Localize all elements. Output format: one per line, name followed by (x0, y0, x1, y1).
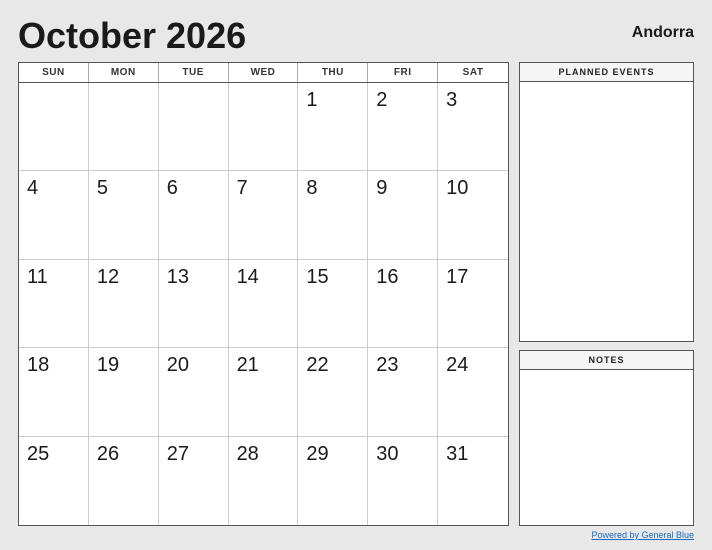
cal-day-9: 9 (368, 171, 438, 259)
cal-day-18: 18 (19, 348, 89, 436)
cal-day-3: 3 (438, 83, 508, 171)
cal-day-22: 22 (298, 348, 368, 436)
day-number: 10 (446, 177, 468, 199)
day-number: 4 (27, 177, 38, 199)
cal-day-25: 25 (19, 437, 89, 525)
planned-events-label: PLANNED EVENTS (520, 63, 693, 82)
planned-events-content (520, 82, 693, 341)
day-number: 2 (376, 89, 387, 111)
day-number: 7 (237, 177, 248, 199)
cal-day-14: 14 (229, 260, 299, 348)
cal-day-4: 4 (19, 171, 89, 259)
cal-day-29: 29 (298, 437, 368, 525)
day-number: 13 (167, 266, 189, 288)
cal-day-30: 30 (368, 437, 438, 525)
cal-empty-0-0 (19, 83, 89, 171)
cal-day-26: 26 (89, 437, 159, 525)
day-number: 1 (306, 89, 317, 111)
cal-empty-0-2 (159, 83, 229, 171)
cal-day-1: 1 (298, 83, 368, 171)
day-header-mon: MON (89, 63, 159, 82)
cal-day-5: 5 (89, 171, 159, 259)
day-number: 27 (167, 443, 189, 465)
header: October 2026 Andorra (18, 18, 694, 54)
footer: Powered by General Blue (18, 530, 694, 540)
cal-empty-0-1 (89, 83, 159, 171)
day-number: 29 (306, 443, 328, 465)
planned-events-box: PLANNED EVENTS (519, 62, 694, 342)
day-number: 24 (446, 354, 468, 376)
cal-day-21: 21 (229, 348, 299, 436)
day-number: 6 (167, 177, 178, 199)
cal-day-8: 8 (298, 171, 368, 259)
day-number: 23 (376, 354, 398, 376)
cal-day-19: 19 (89, 348, 159, 436)
day-header-thu: THU (298, 63, 368, 82)
day-number: 15 (306, 266, 328, 288)
location: Andorra (632, 24, 694, 42)
cal-day-12: 12 (89, 260, 159, 348)
days-header: SUNMONTUEWEDTHUFRISAT (19, 63, 508, 83)
day-number: 3 (446, 89, 457, 111)
cal-day-10: 10 (438, 171, 508, 259)
calendar: SUNMONTUEWEDTHUFRISAT 123456789101112131… (18, 62, 509, 526)
sidebar: PLANNED EVENTS NOTES (519, 62, 694, 526)
day-number: 8 (306, 177, 317, 199)
day-number: 20 (167, 354, 189, 376)
day-number: 12 (97, 266, 119, 288)
day-header-tue: TUE (159, 63, 229, 82)
cal-day-15: 15 (298, 260, 368, 348)
cal-day-20: 20 (159, 348, 229, 436)
cal-day-24: 24 (438, 348, 508, 436)
cal-day-28: 28 (229, 437, 299, 525)
month-title: October 2026 (18, 18, 246, 54)
cal-day-27: 27 (159, 437, 229, 525)
cal-empty-0-3 (229, 83, 299, 171)
day-number: 26 (97, 443, 119, 465)
day-header-wed: WED (229, 63, 299, 82)
day-number: 14 (237, 266, 259, 288)
calendar-page: October 2026 Andorra SUNMONTUEWEDTHUFRIS… (0, 0, 712, 550)
cal-day-13: 13 (159, 260, 229, 348)
day-number: 22 (306, 354, 328, 376)
day-number: 19 (97, 354, 119, 376)
day-header-sun: SUN (19, 63, 89, 82)
day-number: 25 (27, 443, 49, 465)
cal-day-7: 7 (229, 171, 299, 259)
day-number: 18 (27, 354, 49, 376)
cal-day-11: 11 (19, 260, 89, 348)
cal-day-31: 31 (438, 437, 508, 525)
cal-day-17: 17 (438, 260, 508, 348)
cal-day-2: 2 (368, 83, 438, 171)
day-header-sat: SAT (438, 63, 508, 82)
notes-box: NOTES (519, 350, 694, 526)
calendar-grid: 1234567891011121314151617181920212223242… (19, 83, 508, 525)
cal-day-23: 23 (368, 348, 438, 436)
day-number: 28 (237, 443, 259, 465)
day-number: 11 (27, 266, 48, 288)
cal-day-6: 6 (159, 171, 229, 259)
day-number: 5 (97, 177, 108, 199)
day-number: 17 (446, 266, 468, 288)
main-content: SUNMONTUEWEDTHUFRISAT 123456789101112131… (18, 62, 694, 526)
day-header-fri: FRI (368, 63, 438, 82)
day-number: 21 (237, 354, 259, 376)
day-number: 16 (376, 266, 398, 288)
day-number: 9 (376, 177, 387, 199)
day-number: 30 (376, 443, 398, 465)
notes-label: NOTES (520, 351, 693, 370)
day-number: 31 (446, 443, 468, 465)
notes-content (520, 370, 693, 525)
cal-day-16: 16 (368, 260, 438, 348)
powered-by-link[interactable]: Powered by General Blue (591, 530, 694, 540)
